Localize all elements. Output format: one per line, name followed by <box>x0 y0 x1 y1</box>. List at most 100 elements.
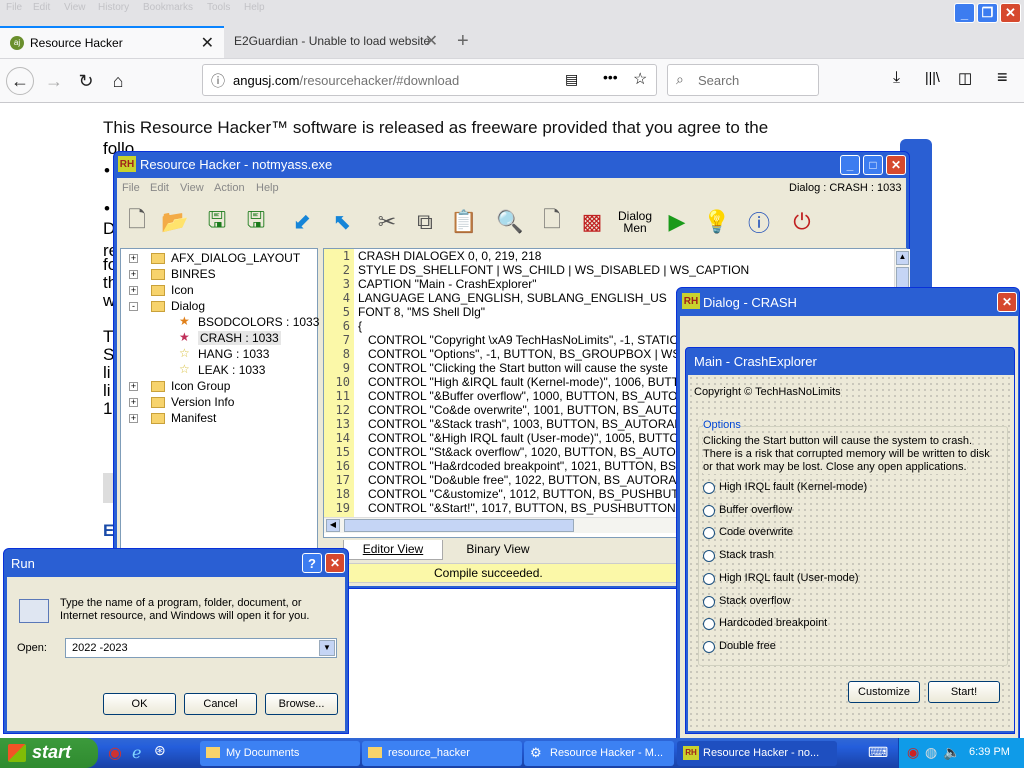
more-icon[interactable]: ••• <box>603 69 618 85</box>
expand-icon[interactable]: + <box>129 398 138 407</box>
back-arrow-icon[interactable]: ⬋ <box>287 206 317 238</box>
radio-high-irql-user[interactable] <box>703 573 715 585</box>
rh-menu-edit[interactable]: Edit <box>150 182 169 194</box>
radio-high-irql-kernel[interactable] <box>703 482 715 494</box>
quicklaunch-icon[interactable]: ⊛ <box>154 742 166 759</box>
rh-menu-action[interactable]: Action <box>214 182 245 194</box>
home-icon[interactable]: ⌂ <box>104 67 132 95</box>
save-as-icon[interactable]: 🖫 <box>241 206 271 238</box>
minimize-icon[interactable]: _ <box>840 155 860 175</box>
find-icon[interactable]: 🔍 <box>495 206 525 238</box>
close-tab-icon[interactable]: ✕ <box>201 33 214 53</box>
open-input-value[interactable]: 2022 -2023 <box>72 642 128 654</box>
radio-hardcoded-breakpoint[interactable] <box>703 618 715 630</box>
menu-bookmarks[interactable]: Bookmarks <box>143 2 193 13</box>
hamburger-menu-icon[interactable]: ≡ <box>997 67 1008 88</box>
tab-binary-view[interactable]: Binary View <box>448 540 548 560</box>
browse-button[interactable]: Browse... <box>265 693 338 715</box>
power-icon[interactable]: ⏻ <box>787 206 817 238</box>
sidebar-icon[interactable]: ◫ <box>958 69 972 87</box>
expand-icon[interactable]: + <box>129 270 138 279</box>
collapse-icon[interactable]: - <box>129 302 138 311</box>
quicklaunch-icon[interactable]: ◉ <box>108 743 122 763</box>
back-icon[interactable]: ← <box>6 67 34 95</box>
menu-edit[interactable]: Edit <box>33 2 50 13</box>
help-button[interactable]: ? <box>302 553 322 573</box>
task-resource-hacker-m[interactable]: ⚙ Resource Hacker - M... <box>524 741 674 766</box>
menu-view[interactable]: View <box>64 2 86 13</box>
rh-titlebar[interactable]: RH Resource Hacker - notmyass.exe _ □ ✕ <box>114 152 909 178</box>
scroll-left-icon[interactable]: ◀ <box>326 519 340 532</box>
radio-stack-trash[interactable] <box>703 550 715 562</box>
tab-editor-view[interactable]: Editor View <box>343 540 443 560</box>
open-file-icon[interactable]: 📂 <box>160 206 190 238</box>
forward-arrow-icon[interactable]: ⬉ <box>327 206 357 238</box>
maximize-icon[interactable]: □ <box>863 155 883 175</box>
menu-file[interactable]: File <box>6 2 22 13</box>
start-button[interactable]: Start! <box>928 681 1000 703</box>
restore-icon[interactable]: ❐ <box>977 3 998 23</box>
expand-icon[interactable]: + <box>129 414 138 423</box>
task-resource-hacker-no[interactable]: RH Resource Hacker - no... <box>677 741 837 766</box>
menu-history[interactable]: History <box>98 2 129 13</box>
chevron-down-icon[interactable]: ▼ <box>319 640 335 656</box>
customize-button[interactable]: Customize <box>848 681 920 703</box>
info-icon[interactable]: ⓘ <box>211 71 225 91</box>
ie-icon[interactable]: ℯ <box>132 743 141 763</box>
download-icon[interactable]: ⤓ <box>893 69 900 87</box>
resource-tree[interactable]: + AFX_DIALOG_LAYOUT + BINRES + Icon - Dialog… <box>120 248 319 550</box>
radio-double-free[interactable] <box>703 641 715 653</box>
url-bar[interactable]: ⓘ angusj.com/resourcehacker/#download ▤ … <box>202 64 657 96</box>
close-icon[interactable]: ✕ <box>997 292 1017 312</box>
new-file-icon[interactable]: 🗋 <box>122 206 152 238</box>
scroll-up-icon[interactable]: ▲ <box>896 251 909 265</box>
close-icon[interactable]: ✕ <box>325 553 345 573</box>
reader-icon[interactable]: ▤ <box>565 71 578 88</box>
start-button[interactable]: start <box>0 738 98 768</box>
rh-menu-view[interactable]: View <box>180 182 204 194</box>
menu-help[interactable]: Help <box>244 2 265 13</box>
radio-code-overwrite[interactable] <box>703 527 715 539</box>
add-resource-icon[interactable]: 🗋 <box>537 206 567 238</box>
minimize-icon[interactable]: _ <box>954 3 975 23</box>
close-tab-icon[interactable]: ✕ <box>425 31 438 51</box>
info-icon[interactable]: ⓘ <box>744 206 774 238</box>
cancel-button[interactable]: Cancel <box>184 693 257 715</box>
task-my-documents[interactable]: My Documents <box>200 741 360 766</box>
forward-icon[interactable]: → <box>40 67 68 95</box>
cut-icon[interactable]: ✂ <box>372 206 402 238</box>
paste-icon[interactable]: 📋 <box>449 206 479 238</box>
volume-icon[interactable]: 🔈 <box>943 744 960 761</box>
add-image-icon[interactable]: ▩ <box>577 206 607 238</box>
scroll-thumb[interactable] <box>344 519 574 532</box>
expand-icon[interactable]: + <box>129 254 138 263</box>
tray-icon[interactable]: ◍ <box>925 744 937 761</box>
tab-resource-hacker[interactable]: aj Resource Hacker ✕ <box>0 26 224 58</box>
run-icon[interactable]: ▶ <box>662 206 692 238</box>
close-icon[interactable]: ✕ <box>886 155 906 175</box>
reload-icon[interactable]: ↻ <box>72 67 100 95</box>
keyboard-icon[interactable]: ⌨ <box>868 744 888 761</box>
expand-icon[interactable]: + <box>129 286 138 295</box>
radio-stack-overflow[interactable] <box>703 596 715 608</box>
open-combobox[interactable]: 2022 -2023 ▼ <box>65 638 337 658</box>
save-icon[interactable]: 🖫 <box>202 206 232 238</box>
task-resource-hacker-folder[interactable]: resource_hacker <box>362 741 522 766</box>
bookmark-star-icon[interactable]: ☆ <box>633 69 647 89</box>
search-box[interactable]: ⌕ Search <box>667 64 819 96</box>
line-number: 7 <box>342 333 350 347</box>
tray-icon[interactable]: ◉ <box>907 744 919 761</box>
rh-menu-help[interactable]: Help <box>256 182 279 194</box>
menu-tools[interactable]: Tools <box>207 2 230 13</box>
radio-buffer-overflow[interactable] <box>703 505 715 517</box>
rh-menu-file[interactable]: File <box>122 182 140 194</box>
dialog-menu-icon[interactable]: Dialog Men <box>617 206 653 238</box>
copy-icon[interactable]: ⧉ <box>410 206 440 238</box>
expand-icon[interactable]: + <box>129 382 138 391</box>
new-tab-icon[interactable]: + <box>457 30 469 53</box>
ok-button[interactable]: OK <box>103 693 176 715</box>
close-icon[interactable]: ✕ <box>1000 3 1021 23</box>
lightbulb-icon[interactable]: 💡 <box>702 206 732 238</box>
tab-e2guardian[interactable]: E2Guardian - Unable to load website ✕ <box>224 26 448 58</box>
library-icon[interactable]: |||\ <box>925 69 940 85</box>
